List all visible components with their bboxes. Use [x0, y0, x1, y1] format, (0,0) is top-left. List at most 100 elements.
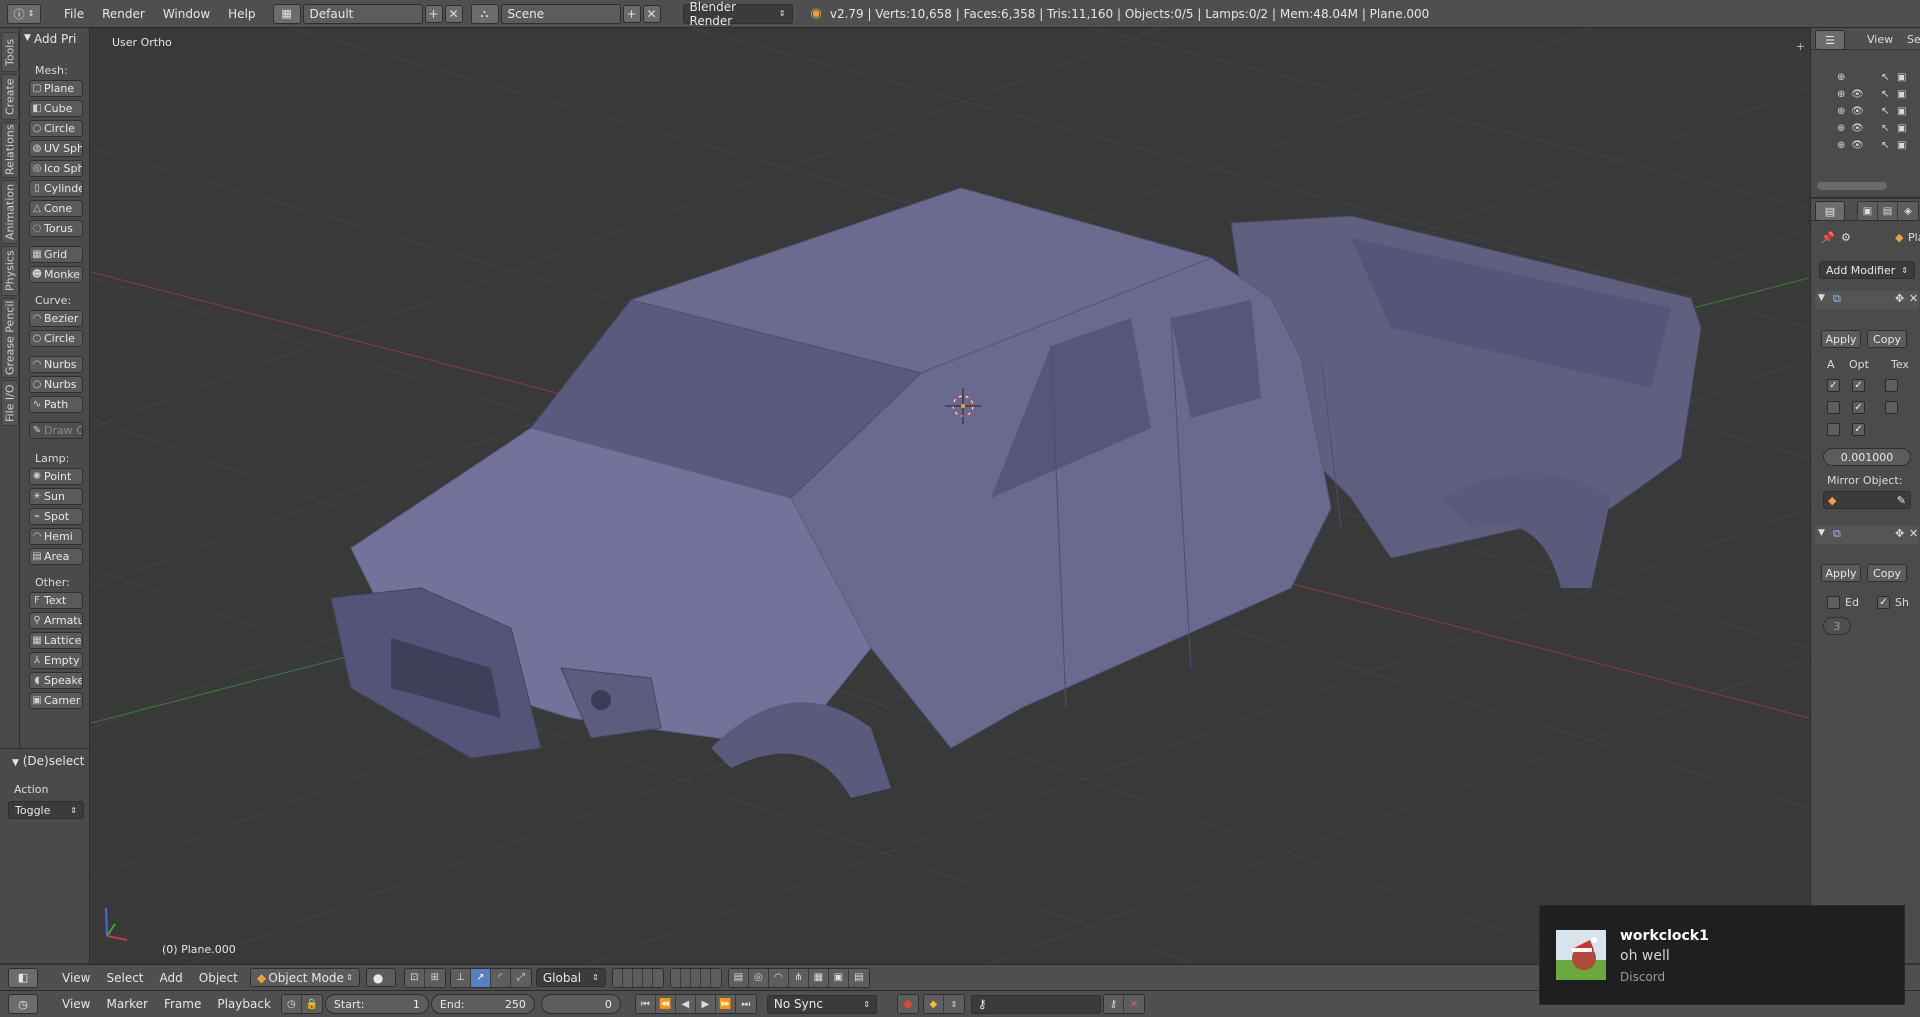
- add-grid-button[interactable]: ▦ Grid: [29, 246, 83, 263]
- axis-x-checkbox[interactable]: ✓: [1827, 379, 1840, 392]
- start-frame-field[interactable]: Start: 1: [324, 994, 429, 1014]
- move-manipulator-icon[interactable]: ↗: [470, 968, 491, 987]
- add-uv-sphere-button[interactable]: ◍ UV Sph: [29, 140, 83, 157]
- layer-icon[interactable]: [622, 968, 633, 987]
- render-icon[interactable]: ▣: [1897, 140, 1906, 151]
- preview-range-icon[interactable]: ◷: [281, 995, 302, 1013]
- menu-help[interactable]: Help: [219, 7, 264, 21]
- mirror-modifier-header[interactable]: ▼ ⧉ ✥ ✕: [1815, 291, 1919, 309]
- mirror-copy-button[interactable]: Copy: [1867, 330, 1907, 348]
- add-text-button[interactable]: F Text: [29, 592, 83, 609]
- discord-notification[interactable]: workclock1 oh well Discord: [1539, 905, 1905, 1005]
- add-modifier-dropdown[interactable]: Add Modifier ⇕: [1819, 261, 1915, 279]
- move-icon[interactable]: ✥: [1895, 292, 1904, 305]
- add-armature-button[interactable]: ⚲ Armatu: [29, 612, 83, 629]
- scale-manipulator-icon[interactable]: ⤢: [510, 968, 531, 987]
- play-icon[interactable]: ▶: [695, 995, 716, 1013]
- add-cube-button[interactable]: ◧ Cube: [29, 100, 83, 117]
- insert-key-icon[interactable]: ⚷: [1103, 995, 1124, 1013]
- menu-add[interactable]: Add: [152, 971, 191, 985]
- render-icon[interactable]: ▣: [1897, 123, 1906, 134]
- subsurf-copy-button[interactable]: Copy: [1867, 564, 1907, 582]
- menu-frame[interactable]: Frame: [156, 997, 209, 1011]
- chevron-updown-icon[interactable]: ⇕: [943, 995, 964, 1013]
- mirror-apply-button[interactable]: Apply: [1821, 330, 1861, 348]
- layer-icon[interactable]: [680, 968, 691, 987]
- remove-scene-button[interactable]: ✕: [642, 4, 661, 23]
- outliner-search-menu[interactable]: Se: [1907, 33, 1920, 46]
- snap-element-icon[interactable]: ▦: [808, 968, 829, 987]
- menu-select[interactable]: Select: [98, 971, 151, 985]
- axis-z-checkbox[interactable]: [1827, 423, 1840, 436]
- add-camera-button[interactable]: ▣ Camer: [29, 692, 83, 709]
- vertex-groups-checkbox[interactable]: ✓: [1852, 423, 1865, 436]
- cursor-icon[interactable]: ↖: [1881, 106, 1889, 117]
- play-reverse-icon[interactable]: ◀: [675, 995, 696, 1013]
- close-icon[interactable]: ✕: [1909, 292, 1918, 305]
- draw-curve-button[interactable]: ✎ Draw C: [29, 422, 83, 439]
- add-bezier-circle-button[interactable]: ○ Circle: [29, 330, 83, 347]
- edit-mode-checkbox[interactable]: [1827, 596, 1840, 609]
- add-speaker-button[interactable]: ◖ Speake: [29, 672, 83, 689]
- proportional-falloff-icon[interactable]: ◠: [768, 968, 789, 987]
- add-nurbs-circle-button[interactable]: ○ Nurbs: [29, 376, 83, 393]
- jump-start-icon[interactable]: ⏮: [635, 995, 656, 1013]
- layer-icon[interactable]: [632, 968, 643, 987]
- render-icon[interactable]: ▣: [1897, 106, 1906, 117]
- add-sun-lamp-button[interactable]: ☀ Sun: [29, 488, 83, 505]
- add-torus-button[interactable]: ◌ Torus: [29, 220, 83, 237]
- outliner-row[interactable]: ⊕ 👁 ↖ ▣: [1811, 121, 1920, 138]
- sync-dropdown[interactable]: No Sync ⇕: [766, 994, 877, 1014]
- add-empty-button[interactable]: ⅄ Empty: [29, 652, 83, 669]
- merge-limit-field[interactable]: 0.001000: [1823, 448, 1911, 466]
- add-spot-lamp-button[interactable]: ⌁ Spot: [29, 508, 83, 525]
- subsurf-modifier-header[interactable]: ▼ ⧉ ✥ ✕: [1815, 526, 1919, 544]
- texture-v-checkbox[interactable]: [1885, 401, 1898, 414]
- manipulator-icon[interactable]: ⊞: [424, 968, 445, 987]
- remove-layout-button[interactable]: ✕: [444, 4, 463, 23]
- tab-grease-pencil[interactable]: Grease Pencil: [1, 298, 19, 378]
- screen-layout-field[interactable]: Default: [302, 3, 423, 24]
- proportional-edit-icon[interactable]: ◎: [748, 968, 769, 987]
- lock-layers-icon[interactable]: ▤: [728, 968, 749, 987]
- opengl-animation-icon[interactable]: ▤: [848, 968, 869, 987]
- outliner-editor-type-button[interactable]: ☰: [1815, 30, 1845, 50]
- render-icon[interactable]: ▣: [1858, 202, 1878, 220]
- tab-physics[interactable]: Physics: [1, 246, 19, 296]
- clipping-checkbox[interactable]: ✓: [1852, 401, 1865, 414]
- menu-marker[interactable]: Marker: [98, 997, 155, 1011]
- layer-icon[interactable]: [690, 968, 701, 987]
- texture-u-checkbox[interactable]: [1885, 379, 1898, 392]
- pivot-icon[interactable]: ⊡: [404, 968, 425, 987]
- render-layers-icon[interactable]: ▤: [1878, 202, 1898, 220]
- truck-model[interactable]: [330, 187, 1702, 798]
- viewport-canvas[interactable]: [91, 28, 1809, 963]
- lock-icon[interactable]: 🔒: [301, 995, 322, 1013]
- tab-tools[interactable]: Tools: [1, 32, 19, 72]
- merge-checkbox[interactable]: ✓: [1852, 379, 1865, 392]
- pin-icon[interactable]: 📌: [1821, 231, 1835, 244]
- add-area-lamp-button[interactable]: ▤ Area: [29, 548, 83, 565]
- show-checkbox[interactable]: ✓: [1877, 596, 1890, 609]
- render-icon[interactable]: ▣: [1897, 89, 1906, 100]
- cursor-icon[interactable]: ↖: [1881, 72, 1889, 83]
- add-lattice-button[interactable]: ▦ Lattice: [29, 632, 83, 649]
- axis-y-checkbox[interactable]: [1827, 401, 1840, 414]
- tab-file-io[interactable]: File I/O: [1, 380, 19, 426]
- prev-keyframe-icon[interactable]: ⏪: [655, 995, 676, 1013]
- render-icon[interactable]: ▣: [1897, 72, 1906, 83]
- add-hemi-lamp-button[interactable]: ◠ Hemi: [29, 528, 83, 545]
- outliner-row[interactable]: ⊕ 👁 ↖ ▣: [1811, 138, 1920, 155]
- translate-icon[interactable]: ⊥: [450, 968, 471, 987]
- delete-key-icon[interactable]: ✕: [1123, 995, 1144, 1013]
- move-icon[interactable]: ✥: [1895, 527, 1904, 540]
- layer-icon[interactable]: [642, 968, 653, 987]
- menu-file[interactable]: File: [55, 7, 93, 21]
- 3d-viewport[interactable]: User Ortho (0) Plane.000 +: [91, 28, 1809, 963]
- shading-dropdown[interactable]: ●: [365, 968, 396, 987]
- eye-icon[interactable]: 👁: [1851, 106, 1864, 117]
- cursor-icon[interactable]: ↖: [1881, 140, 1889, 151]
- tab-animation[interactable]: Animation: [1, 180, 19, 244]
- menu-render[interactable]: Render: [93, 7, 154, 21]
- add-ico-sphere-button[interactable]: ◎ Ico Sph: [29, 160, 83, 177]
